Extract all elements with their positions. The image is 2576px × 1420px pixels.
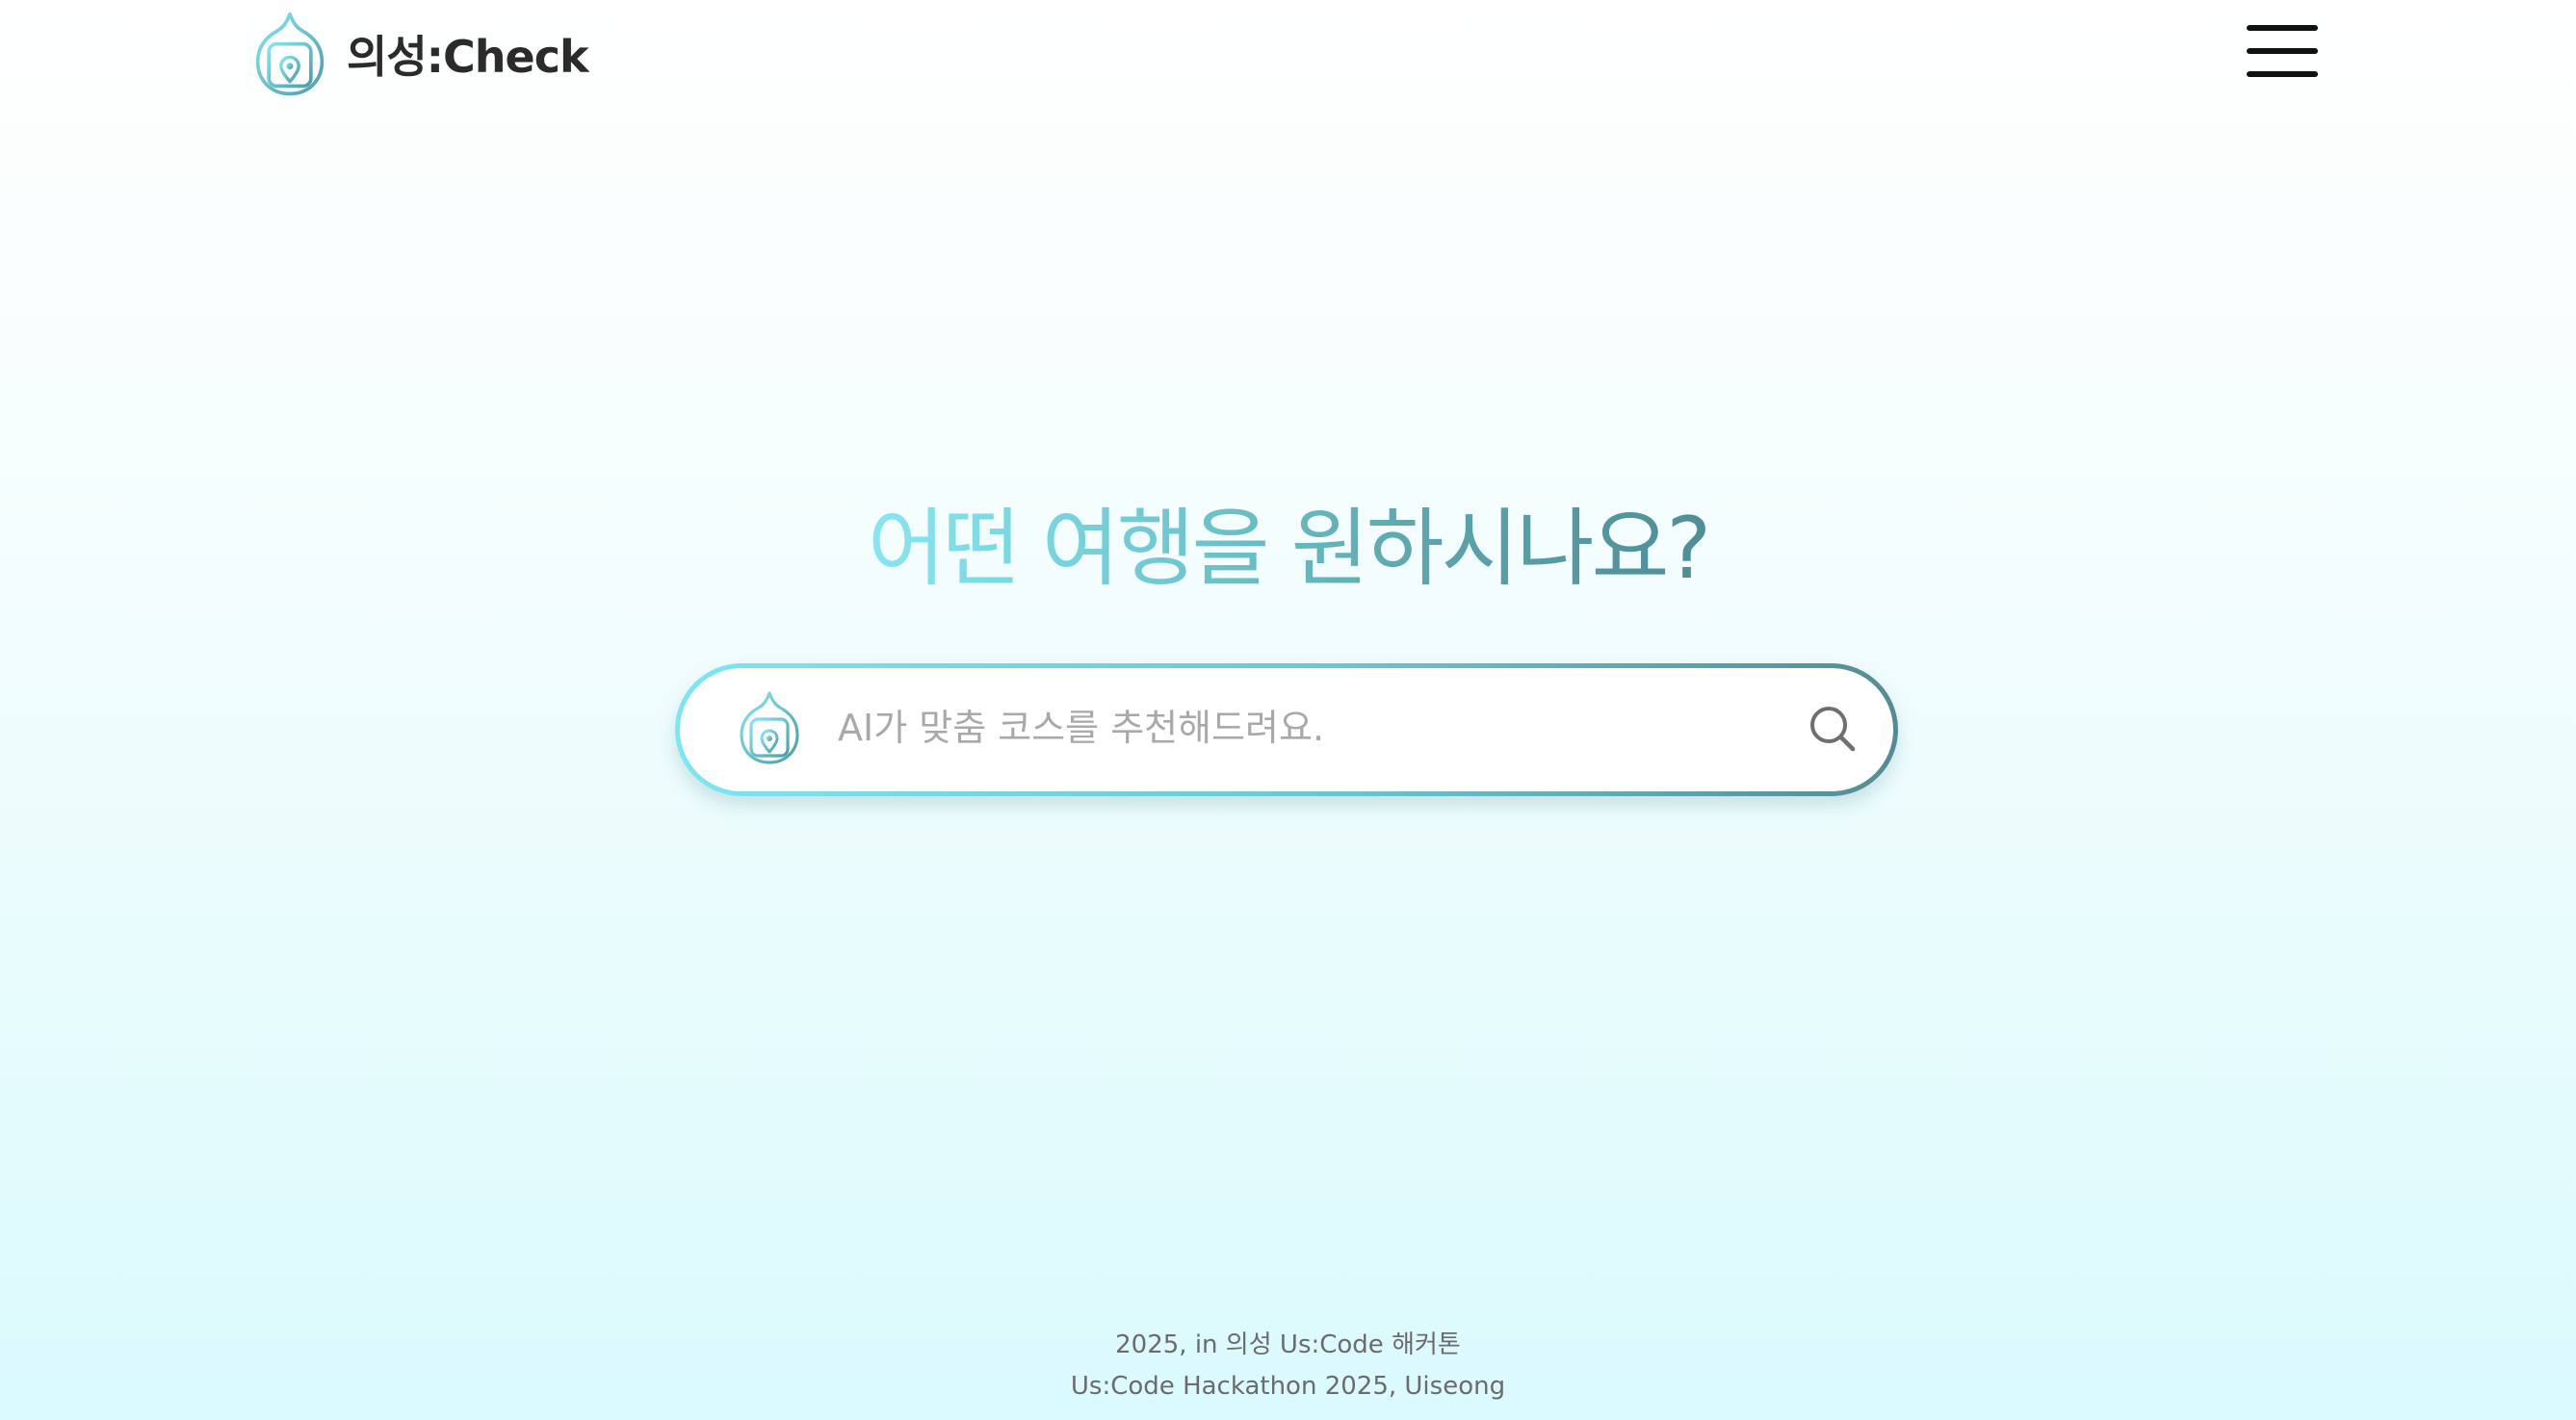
ai-course-search-input[interactable] (838, 689, 1685, 766)
brand-name: 의성:Check (347, 31, 589, 83)
onion-calendar-pin-icon (255, 12, 325, 96)
onion-calendar-pin-icon (740, 691, 799, 764)
footer-line-english: Us:Code Hackathon 2025, Uiseong (1070, 1372, 1506, 1401)
search-button[interactable] (1807, 703, 1860, 757)
hero-title: 어떤 여행을 원하시나요? (0, 481, 2576, 616)
footer-line-korean: 2025, in 의성 Us:Code 해커톤 (1115, 1330, 1461, 1359)
site-footer: 2025, in 의성 Us:Code 해커톤 Us:Code Hackatho… (0, 1325, 2576, 1407)
ai-search-bar-inner (680, 668, 1893, 791)
hamburger-menu-button[interactable] (2244, 21, 2321, 81)
ai-search-bar (675, 663, 1898, 796)
hero-title-text: 어떤 여행을 원하시나요? (867, 499, 1711, 598)
brand-home-link[interactable]: 의성:Check (252, 8, 589, 100)
site-header: 의성:Check (0, 0, 2576, 116)
search-icon (1810, 707, 1856, 752)
